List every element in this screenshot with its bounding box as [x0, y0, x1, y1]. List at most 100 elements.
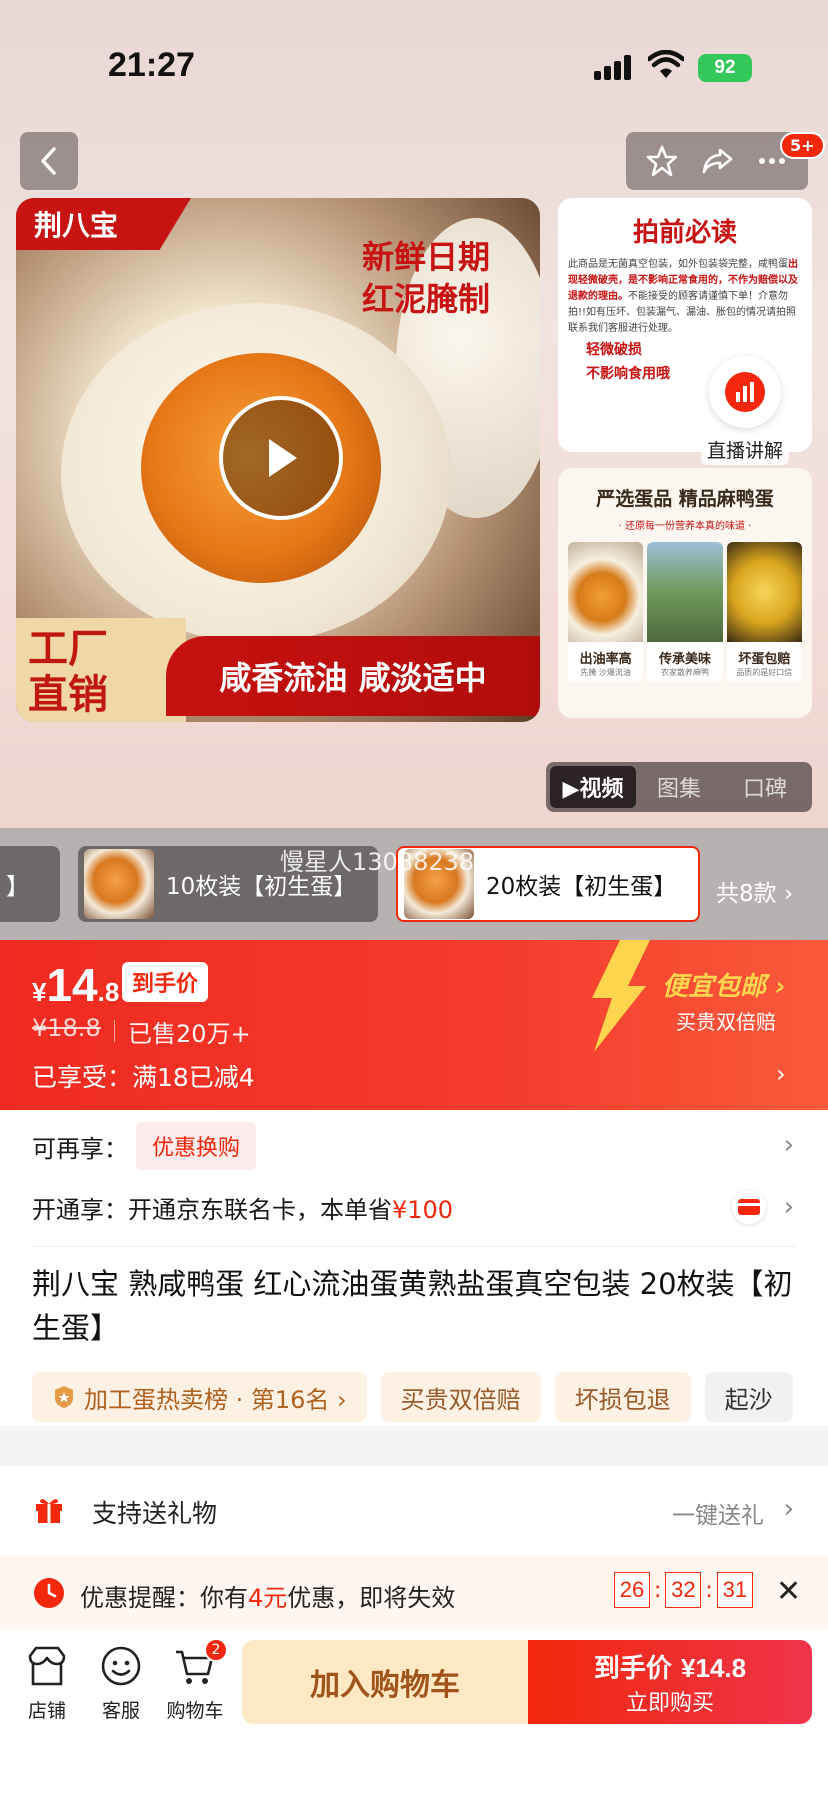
cart-button[interactable]: 购物车 2 [160, 1638, 230, 1723]
tile-image [647, 542, 723, 642]
send-gift-link[interactable]: 一键送礼 [672, 1496, 764, 1530]
bottom-action-bar: 店铺 客服 购物车 2 加入购物车 到手价 ¥14.8 立即购买 [0, 1630, 828, 1801]
price-banner[interactable]: ¥14.8 到手价 ¥18.8 已售20万+ 已享受：满18已减4 便宜包邮 ›… [0, 940, 828, 1110]
battery-indicator: 92 [698, 54, 752, 82]
factory-line: 工厂 [28, 626, 108, 672]
timer-hours: 26 [614, 1572, 650, 1608]
product-hero: 21:27 92 5+ 荆八宝 新鲜日期 红泥腌制 工厂 直销 咸香流油 咸淡适… [0, 0, 828, 828]
buy-now-label: 立即购买 [625, 1690, 714, 1716]
extra-offer-row[interactable]: 可再享： 优惠换购 [32, 1120, 257, 1172]
price-currency: ¥ [32, 977, 47, 1007]
price-decimal: .8 [97, 977, 120, 1007]
coupon-reminder: 优惠提醒：你有4元优惠，即将失效 26: 32: 31 ✕ [0, 1556, 828, 1630]
guarantee-chip[interactable]: 坏损包退 [554, 1372, 691, 1422]
feature-tile: 出油率高 先腌 沙爆流油 [568, 542, 644, 682]
cobrand-card-amount: ¥100 [392, 1196, 454, 1224]
timer-minutes: 32 [665, 1572, 702, 1608]
buy-price: ¥14.8 [681, 1652, 747, 1683]
buy-now-button[interactable]: 到手价 ¥14.8 立即购买 [528, 1640, 812, 1724]
ranking-chip[interactable]: 加工蛋热卖榜 · 第16名 › [32, 1372, 367, 1422]
status-bar: 21:27 92 [0, 40, 828, 90]
tile-subcaption: 农家散养麻鸭 [660, 668, 709, 677]
reminder-prefix: 优惠提醒：你有 [80, 1584, 248, 1612]
side-top-title: 拍前必读 [632, 218, 737, 248]
all-variants-link[interactable]: 共8款 › [716, 874, 793, 908]
play-video-button[interactable] [219, 396, 343, 520]
tab-video[interactable]: ▶视频 [550, 766, 636, 808]
cheap-shipping: 便宜包邮 › [662, 972, 786, 1002]
sold-count: 已售20万+ [114, 1014, 251, 1049]
side-top-minor: 轻微破损 不影响食用哦 [586, 338, 670, 386]
shop-button[interactable]: 店铺 [12, 1644, 82, 1723]
factory-line: 直销 [28, 672, 108, 718]
discount-applied: 已享受：满18已减4 [32, 1063, 255, 1092]
original-price: ¥18.8 [32, 1014, 101, 1042]
add-to-cart-button[interactable]: 加入购物车 [242, 1640, 528, 1724]
chevron-right-icon: › [783, 1494, 794, 1524]
product-info-card: 可再享： 优惠换购 › 开通享：开通京东联名卡，本单省¥100 › 荆八宝 熟咸… [0, 1110, 828, 1426]
tile-caption: 出油率高 [579, 652, 632, 667]
fresh-line: 红泥腌制 [361, 280, 490, 318]
feature-tile: 传承美味 农家散养麻鸭 [647, 542, 723, 682]
reminder-text: 优惠提醒：你有4元优惠，即将失效 [80, 1578, 455, 1613]
tile-subcaption: 品质的是好口信 [736, 668, 793, 677]
media-tabs: ▶视频 图集 口碑 [546, 762, 812, 812]
main-product-image[interactable]: 荆八宝 新鲜日期 红泥腌制 工厂 直销 咸香流油 咸淡适中 [16, 198, 540, 722]
tile-image [726, 542, 802, 642]
chevron-right-icon[interactable]: › [784, 1130, 794, 1160]
extra-offer-label: 可再享： [32, 1134, 128, 1163]
fresh-line: 新鲜日期 [361, 238, 490, 276]
gift-row[interactable]: 支持送礼物 一键送礼 › [0, 1466, 828, 1556]
fresh-text: 新鲜日期 红泥腌制 [362, 236, 490, 320]
cart-label: 购物车 [166, 1700, 224, 1722]
credit-card-icon [732, 1190, 766, 1224]
tile-subcaption: 先腌 沙爆流油 [580, 668, 631, 677]
reminder-amount: 4元 [248, 1584, 288, 1612]
star-icon[interactable] [645, 144, 679, 178]
selected-eggs-image[interactable]: 严选蛋品 精品麻鸭蛋 · 还原每一份营养本真的味道 · 出油率高 先腌 沙爆流油… [558, 468, 812, 718]
cart-count-badge: 2 [204, 1638, 228, 1662]
exchange-offer-pill[interactable]: 优惠换购 [136, 1122, 257, 1170]
shop-label: 店铺 [27, 1700, 66, 1722]
price-integer: 14 [46, 959, 98, 1011]
side-top-text-a: 此商品是无菌真空包装，如外包装袋完整，咸鸭蛋 [568, 259, 788, 270]
gift-icon [36, 1499, 62, 1523]
service-button[interactable]: 客服 [86, 1644, 156, 1723]
user-watermark: 慢星人13088238 [280, 848, 475, 876]
double-compensation: 买贵双倍赔 [676, 1010, 776, 1034]
guarantee-chip[interactable]: 起沙 [704, 1372, 793, 1422]
tab-gallery[interactable]: 图集 [636, 766, 722, 808]
message-badge: 5+ [780, 132, 825, 159]
chevron-left-icon [41, 147, 56, 175]
timer-seconds: 31 [716, 1572, 753, 1608]
variant-label: 】 [6, 874, 29, 900]
cobrand-card-row[interactable]: 开通享：开通京东联名卡，本单省¥100 [32, 1190, 453, 1225]
reminder-suffix: 优惠，即将失效 [287, 1584, 456, 1612]
product-title: 荆八宝 熟咸鸭蛋 红心流油蛋黄熟盐蛋真空包装 20枚装【初生蛋】 [32, 1267, 793, 1345]
live-explain-button[interactable]: 直播讲解 [690, 356, 800, 474]
lightning-icon [592, 940, 650, 1052]
service-label: 客服 [101, 1700, 140, 1722]
wifi-icon [648, 50, 684, 78]
feature-tile: 坏蛋包赔 品质的是好口信 [726, 542, 802, 682]
service-icon [101, 1646, 141, 1686]
chevron-right-icon[interactable]: › [784, 1192, 794, 1222]
gift-label: 支持送礼物 [92, 1499, 218, 1528]
close-icon[interactable]: ✕ [776, 1574, 801, 1609]
variant-option[interactable]: 】 [0, 846, 60, 922]
play-icon [269, 439, 297, 477]
cobrand-card-label: 开通享：开通京东联名卡，本单省 [32, 1196, 392, 1224]
back-button[interactable] [20, 132, 78, 190]
final-price-tag: 到手价 [122, 962, 209, 1002]
live-label: 直播讲解 [700, 434, 789, 465]
factory-direct-label: 工厂 直销 [16, 618, 186, 722]
feature-tiles: 出油率高 先腌 沙爆流油 传承美味 农家散养麻鸭 坏蛋包赔 品质的是好口信 [568, 542, 802, 682]
tab-reviews[interactable]: 口碑 [722, 766, 808, 808]
side-bot-title: 严选蛋品 精品麻鸭蛋 [596, 488, 774, 510]
divider [32, 1246, 796, 1247]
guarantee-chip[interactable]: 买贵双倍赔 [380, 1372, 541, 1422]
status-time: 21:27 [108, 46, 195, 84]
variant-thumbnail [84, 849, 154, 919]
tile-caption: 坏蛋包赔 [738, 652, 791, 667]
share-icon[interactable] [700, 144, 734, 178]
